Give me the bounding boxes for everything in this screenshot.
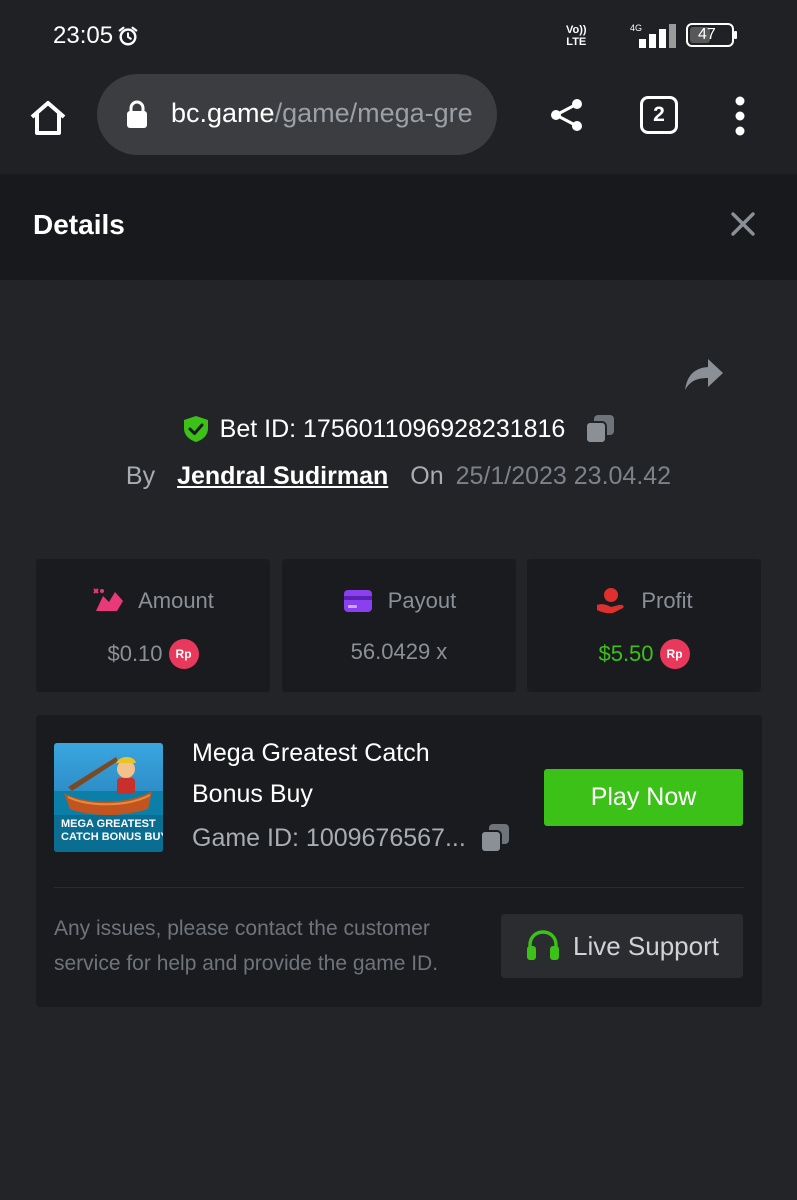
- profit-value-row: $5.50 Rp: [527, 639, 761, 669]
- game-id-row: Game ID: 1009676567...: [192, 823, 510, 853]
- browser-toolbar: bc.game/game/mega-gre 2: [0, 70, 797, 174]
- payout-value: 56.0429 x: [350, 639, 448, 664]
- payout-header: Payout: [282, 587, 516, 615]
- alarm-icon: [118, 26, 138, 46]
- amount-card: Amount $0.10 Rp: [36, 559, 270, 692]
- shield-check-icon: [183, 416, 208, 442]
- forward-share-icon[interactable]: [684, 356, 724, 392]
- status-time: 23:05: [53, 22, 139, 50]
- url-text[interactable]: bc.game/game/mega-gre: [171, 98, 473, 129]
- game-thumbnail[interactable]: MEGA GREATEST CATCH BONUS BUY: [54, 743, 163, 852]
- by-label: By: [125, 461, 156, 490]
- lock-icon: [127, 100, 147, 128]
- copy-icon[interactable]: [479, 823, 510, 853]
- profit-header: Profit: [527, 587, 761, 615]
- payout-card: Payout 56.0429 x: [282, 559, 516, 692]
- profit-label: Profit: [641, 588, 693, 613]
- volte-indicator: Vo)) LTE: [566, 24, 587, 48]
- thumbnail-title-line2: CATCH BONUS BUY: [61, 831, 163, 843]
- username-link[interactable]: Jendral Sudirman: [177, 462, 388, 491]
- details-header: Details: [0, 174, 797, 280]
- bet-id: Bet ID: 1756011096928231816: [219, 414, 566, 443]
- divider: [54, 887, 744, 888]
- thumbnail-title-line1: MEGA GREATEST: [61, 818, 156, 830]
- live-support-button[interactable]: Live Support: [501, 914, 743, 978]
- bet-date: 25/1/2023 23.04.42: [455, 461, 672, 490]
- bet-id-row: Bet ID: 1756011096928231816: [0, 410, 797, 448]
- signal-label: 4G: [630, 23, 642, 33]
- battery-indicator: 47: [686, 23, 738, 47]
- status-bar: 23:05 Vo)) LTE 4G 47: [0, 0, 797, 70]
- address-bar[interactable]: bc.game/game/mega-gre: [97, 74, 497, 155]
- battery-level: 47: [698, 26, 716, 43]
- headset-icon: [527, 930, 559, 960]
- on-label: On: [410, 461, 444, 490]
- bet-author-row: By Jendral Sudirman On 25/1/2023 23.04.4…: [0, 458, 797, 494]
- amount-label: Amount: [138, 588, 214, 613]
- amount-value-row: $0.10 Rp: [36, 639, 270, 669]
- game-id: Game ID: 1009676567...: [192, 823, 466, 852]
- close-icon[interactable]: [729, 210, 757, 238]
- overflow-menu-icon[interactable]: [728, 96, 752, 136]
- help-text: Any issues, please contact the customer …: [54, 917, 439, 975]
- details-title: Details: [33, 209, 125, 240]
- play-now-button[interactable]: Play Now: [544, 769, 743, 826]
- live-support-label: Live Support: [573, 930, 719, 961]
- share-icon[interactable]: [548, 96, 586, 134]
- game-thumbnail-art: MEGA GREATEST CATCH BONUS BUY: [54, 743, 163, 852]
- currency-badge: Rp: [659, 639, 690, 669]
- home-icon[interactable]: [26, 96, 70, 140]
- amount-header: Amount: [36, 587, 270, 615]
- url-path: /game/mega-gre: [274, 98, 473, 128]
- profit-value: $5.50: [598, 641, 654, 666]
- volte-line1: Vo)): [566, 24, 587, 36]
- payout-label: Payout: [387, 588, 457, 613]
- game-title[interactable]: Mega Greatest Catch Bonus Buy: [192, 733, 492, 815]
- url-host: bc.game: [171, 98, 275, 128]
- status-time-text: 23:05: [53, 22, 114, 49]
- volte-line2: LTE: [566, 36, 587, 48]
- tabs-icon[interactable]: 2: [640, 96, 678, 134]
- profit-icon: [597, 588, 624, 614]
- amount-icon: [93, 588, 124, 611]
- payout-card-icon: [343, 590, 372, 612]
- copy-icon[interactable]: [585, 414, 615, 444]
- game-card: MEGA GREATEST CATCH BONUS BUY Mega Great…: [36, 715, 762, 1007]
- currency-badge: Rp: [168, 639, 199, 669]
- amount-value: $0.10: [107, 641, 163, 666]
- payout-value-row: 56.0429 x: [282, 639, 516, 665]
- profit-card: Profit $5.50 Rp: [527, 559, 761, 692]
- signal-icon: 4G: [630, 23, 676, 48]
